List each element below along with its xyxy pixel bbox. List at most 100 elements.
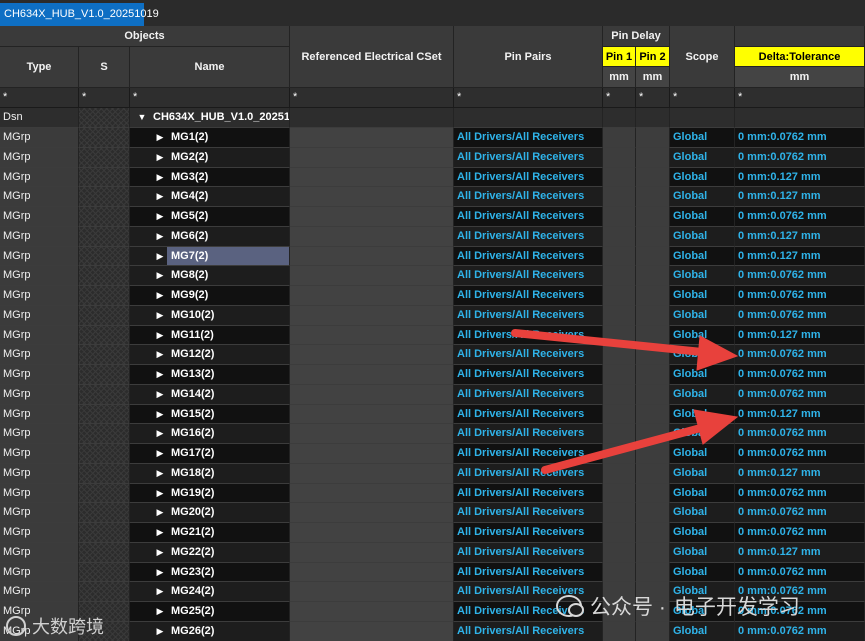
expand-arrow-icon[interactable]: ▶ — [154, 582, 166, 601]
row-scope[interactable]: Global — [670, 404, 735, 425]
row-pin-pairs[interactable]: All Drivers/All Receivers — [454, 503, 603, 523]
row-ref-cset[interactable] — [290, 424, 454, 444]
header-pin2[interactable]: Pin 2 — [636, 47, 670, 67]
row-pin1[interactable] — [603, 286, 636, 306]
row-scope[interactable]: Global — [670, 286, 735, 306]
design-row[interactable]: Dsn ▼ CH634X_HUB_V1.0_20251... — [0, 108, 865, 128]
row-ref-cset[interactable] — [290, 542, 454, 563]
row-pin2[interactable] — [636, 365, 670, 385]
table-row[interactable]: MGrp ▶ MG2(2) All Drivers/All Receivers Glob… — [0, 147, 865, 168]
row-name[interactable]: ▶ MG13(2) — [130, 365, 290, 385]
filter-pin1[interactable]: * — [603, 88, 636, 108]
filter-pin-pairs[interactable]: * — [454, 88, 603, 108]
row-ref-cset[interactable] — [290, 286, 454, 306]
table-row[interactable]: MGrp ▶ MG15(2) All Drivers/All Receivers Glo… — [0, 404, 865, 425]
row-ref-cset[interactable] — [290, 266, 454, 286]
expand-arrow-icon[interactable]: ▶ — [154, 464, 166, 483]
expand-arrow-icon[interactable]: ▶ — [154, 207, 166, 226]
table-row[interactable]: MGrp ▶ MG3(2) All Drivers/All Receivers Glob… — [0, 167, 865, 188]
row-delta[interactable] — [735, 108, 865, 128]
row-delta[interactable]: 0 mm:0.0762 mm — [735, 345, 865, 365]
expand-arrow-icon[interactable]: ▶ — [154, 385, 166, 404]
header-type[interactable]: Type — [0, 47, 79, 88]
filter-s[interactable]: * — [79, 88, 130, 108]
row-scope[interactable]: Global — [670, 523, 735, 543]
row-ref-cset[interactable] — [290, 108, 454, 128]
row-pin2[interactable] — [636, 167, 670, 188]
row-ref-cset[interactable] — [290, 226, 454, 247]
row-scope[interactable]: Global — [670, 503, 735, 523]
header-name[interactable]: Name — [130, 47, 290, 88]
row-delta[interactable]: 0 mm:0.0762 mm — [735, 266, 865, 286]
row-pin1[interactable] — [603, 503, 636, 523]
row-scope[interactable]: Global — [670, 187, 735, 207]
row-pin2[interactable] — [636, 463, 670, 484]
expand-arrow-icon[interactable]: ▶ — [154, 365, 166, 384]
row-pin-pairs[interactable]: All Drivers/All Receivers — [454, 483, 603, 504]
row-pin1[interactable] — [603, 365, 636, 385]
row-scope[interactable] — [670, 108, 735, 128]
row-pin-pairs[interactable]: All Drivers/All Receivers — [454, 463, 603, 484]
row-name[interactable]: ▶ MG14(2) — [130, 384, 290, 405]
row-pin1[interactable] — [603, 147, 636, 168]
row-name[interactable]: ▶ MG7(2) — [130, 246, 290, 267]
row-delta[interactable]: 0 mm:0.127 mm — [735, 167, 865, 188]
row-delta[interactable]: 0 mm:0.127 mm — [735, 463, 865, 484]
row-pin1[interactable] — [603, 108, 636, 128]
row-delta[interactable]: 0 mm:0.0762 mm — [735, 207, 865, 227]
row-name[interactable]: ▶ MG12(2) — [130, 345, 290, 365]
row-delta[interactable]: 0 mm:0.127 mm — [735, 325, 865, 346]
row-pin1[interactable] — [603, 246, 636, 267]
row-name[interactable]: ▶ MG17(2) — [130, 444, 290, 464]
collapse-arrow-icon[interactable]: ▼ — [136, 108, 148, 127]
row-scope[interactable]: Global — [670, 128, 735, 148]
row-scope[interactable]: Global — [670, 542, 735, 563]
row-pin-pairs[interactable]: All Drivers/All Receivers — [454, 266, 603, 286]
row-pin2[interactable] — [636, 523, 670, 543]
row-delta[interactable]: 0 mm:0.0762 mm — [735, 305, 865, 326]
row-scope[interactable]: Global — [670, 365, 735, 385]
expand-arrow-icon[interactable]: ▶ — [154, 187, 166, 206]
row-ref-cset[interactable] — [290, 305, 454, 326]
row-pin-pairs[interactable]: All Drivers/All Receivers — [454, 246, 603, 267]
row-pin1[interactable] — [603, 167, 636, 188]
row-pin2[interactable] — [636, 305, 670, 326]
expand-arrow-icon[interactable]: ▶ — [154, 128, 166, 147]
row-pin1[interactable] — [603, 266, 636, 286]
row-delta[interactable]: 0 mm:0.127 mm — [735, 542, 865, 563]
row-scope[interactable]: Global — [670, 207, 735, 227]
row-name[interactable]: ▶ MG19(2) — [130, 483, 290, 504]
table-row[interactable]: MGrp ▶ MG20(2) All Drivers/All Receivers Glo… — [0, 503, 865, 523]
row-pin-pairs[interactable]: All Drivers/All Receivers — [454, 444, 603, 464]
row-pin1[interactable] — [603, 345, 636, 365]
table-row[interactable]: MGrp ▶ MG14(2) All Drivers/All Receivers Glo… — [0, 384, 865, 405]
row-pin-pairs[interactable]: All Drivers/All Receivers — [454, 305, 603, 326]
expand-arrow-icon[interactable]: ▶ — [154, 247, 166, 266]
row-pin-pairs[interactable] — [454, 108, 603, 128]
row-name[interactable]: ▶ MG23(2) — [130, 562, 290, 583]
row-name[interactable]: ▶ MG24(2) — [130, 582, 290, 602]
row-scope[interactable]: Global — [670, 444, 735, 464]
expand-arrow-icon[interactable]: ▶ — [154, 563, 166, 582]
row-name[interactable]: ▶ MG16(2) — [130, 424, 290, 444]
row-name[interactable]: ▶ MG2(2) — [130, 147, 290, 168]
header-pin1[interactable]: Pin 1 — [603, 47, 636, 67]
table-row[interactable]: MGrp ▶ MG22(2) All Drivers/All Receivers Glo… — [0, 542, 865, 563]
row-scope[interactable]: Global — [670, 384, 735, 405]
row-ref-cset[interactable] — [290, 128, 454, 148]
header-ref-cset[interactable]: Referenced Electrical CSet — [290, 26, 454, 88]
row-pin1[interactable] — [603, 404, 636, 425]
row-delta[interactable]: 0 mm:0.0762 mm — [735, 384, 865, 405]
row-pin1[interactable] — [603, 384, 636, 405]
row-pin1[interactable] — [603, 483, 636, 504]
table-row[interactable]: MGrp ▶ MG5(2) All Drivers/All Receivers Glob… — [0, 207, 865, 227]
table-row[interactable]: MGrp ▶ MG8(2) All Drivers/All Receivers Glob… — [0, 266, 865, 286]
row-name[interactable]: ▶ MG20(2) — [130, 503, 290, 523]
row-delta[interactable]: 0 mm:0.0762 mm — [735, 562, 865, 583]
row-ref-cset[interactable] — [290, 384, 454, 405]
row-name[interactable]: ▶ MG15(2) — [130, 404, 290, 425]
header-s[interactable]: S — [79, 47, 130, 88]
row-pin2[interactable] — [636, 562, 670, 583]
row-scope[interactable]: Global — [670, 266, 735, 286]
row-scope[interactable]: Global — [670, 325, 735, 346]
